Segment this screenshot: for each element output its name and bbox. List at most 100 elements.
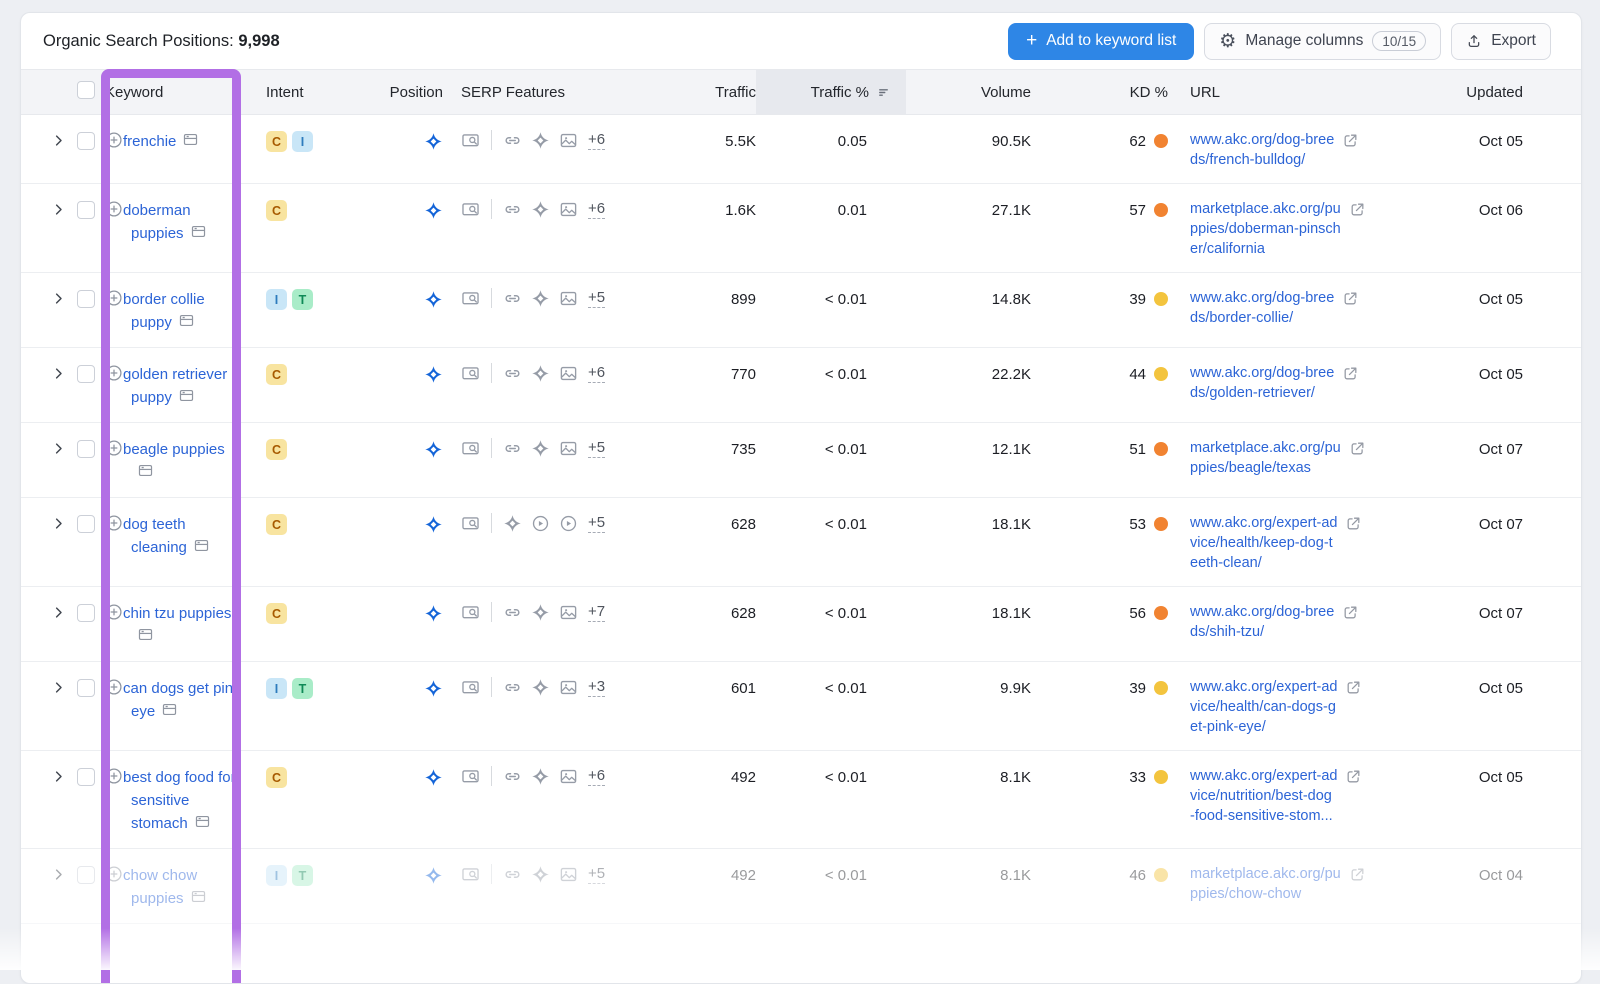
serp-preview-icon[interactable] — [182, 131, 199, 148]
row-checkbox[interactable] — [77, 365, 95, 383]
keyword-link[interactable]: can dogs get pink eye — [123, 680, 241, 720]
url-link[interactable]: marketplace.akc.org/puppies/beagle/texas — [1190, 438, 1341, 478]
external-link-icon[interactable] — [1349, 866, 1366, 883]
expand-row-chevron-icon[interactable] — [51, 605, 66, 620]
manage-columns-button[interactable]: ⚙ Manage columns 10/15 — [1204, 23, 1441, 60]
serp-feature-play-icon[interactable] — [559, 514, 578, 533]
serp-preview-icon[interactable] — [190, 888, 207, 905]
serp-checker-icon[interactable] — [461, 131, 480, 150]
add-keyword-icon[interactable] — [105, 200, 123, 218]
serp-feature-play-icon[interactable] — [531, 514, 550, 533]
url-link[interactable]: www.akc.org/dog-breeds/french-bulldog/ — [1190, 130, 1334, 170]
serp-feature-link-icon[interactable] — [503, 767, 522, 786]
keyword-link[interactable]: frenchie — [123, 133, 176, 150]
url-link[interactable]: www.akc.org/dog-breeds/border-collie/ — [1190, 288, 1334, 328]
external-link-icon[interactable] — [1342, 604, 1359, 621]
expand-row-chevron-icon[interactable] — [51, 291, 66, 306]
serp-checker-icon[interactable] — [461, 865, 480, 884]
row-checkbox[interactable] — [77, 768, 95, 786]
serp-preview-icon[interactable] — [194, 813, 211, 830]
serp-more-features-link[interactable]: +6 — [588, 199, 605, 219]
serp-feature-image-icon[interactable] — [559, 603, 578, 622]
serp-feature-link-icon[interactable] — [503, 603, 522, 622]
serp-feature-image-icon[interactable] — [559, 678, 578, 697]
add-keyword-icon[interactable] — [105, 131, 123, 149]
select-all-checkbox[interactable] — [77, 81, 95, 99]
keyword-link[interactable]: doberman puppies — [123, 202, 191, 242]
serp-feature-link-icon[interactable] — [503, 289, 522, 308]
add-keyword-icon[interactable] — [105, 603, 123, 621]
keyword-link[interactable]: golden retriever puppy — [123, 366, 227, 406]
url-link[interactable]: www.akc.org/dog-breeds/golden-retriever/ — [1190, 363, 1334, 403]
serp-preview-icon[interactable] — [178, 387, 195, 404]
serp-feature-link-icon[interactable] — [503, 678, 522, 697]
expand-row-chevron-icon[interactable] — [51, 441, 66, 456]
keyword-link[interactable]: chin tzu puppies — [123, 605, 231, 622]
serp-preview-icon[interactable] — [178, 312, 195, 329]
serp-more-features-link[interactable]: +5 — [588, 438, 605, 458]
serp-feature-image-icon[interactable] — [559, 131, 578, 150]
serp-more-features-link[interactable]: +5 — [588, 864, 605, 884]
serp-more-features-link[interactable]: +5 — [588, 288, 605, 308]
add-to-keyword-list-button[interactable]: + Add to keyword list — [1008, 23, 1194, 60]
add-keyword-icon[interactable] — [105, 865, 123, 883]
external-link-icon[interactable] — [1349, 440, 1366, 457]
serp-more-features-link[interactable]: +7 — [588, 602, 605, 622]
serp-feature-image-icon[interactable] — [559, 865, 578, 884]
row-checkbox[interactable] — [77, 201, 95, 219]
serp-feature-image-icon[interactable] — [559, 767, 578, 786]
serp-feature-link-icon[interactable] — [503, 200, 522, 219]
external-link-icon[interactable] — [1345, 768, 1362, 785]
url-link[interactable]: marketplace.akc.org/puppies/chow-chow — [1190, 864, 1341, 904]
url-link[interactable]: www.akc.org/expert-advice/nutrition/best… — [1190, 766, 1337, 826]
row-checkbox[interactable] — [77, 440, 95, 458]
serp-feature-link-icon[interactable] — [503, 439, 522, 458]
serp-checker-icon[interactable] — [461, 289, 480, 308]
keyword-link[interactable]: beagle puppies — [123, 441, 225, 458]
serp-feature-diamond-icon[interactable] — [531, 439, 550, 458]
column-header-serp-features[interactable]: SERP Features — [443, 84, 621, 101]
add-keyword-icon[interactable] — [105, 364, 123, 382]
column-header-traffic[interactable]: Traffic — [621, 84, 756, 101]
external-link-icon[interactable] — [1349, 201, 1366, 218]
serp-feature-diamond-icon[interactable] — [531, 289, 550, 308]
serp-feature-image-icon[interactable] — [559, 439, 578, 458]
column-header-kd[interactable]: KD % — [1031, 84, 1176, 101]
serp-feature-diamond-icon[interactable] — [531, 131, 550, 150]
serp-checker-icon[interactable] — [461, 514, 480, 533]
expand-row-chevron-icon[interactable] — [51, 516, 66, 531]
column-header-updated[interactable]: Updated — [1406, 84, 1581, 101]
add-keyword-icon[interactable] — [105, 678, 123, 696]
keyword-link[interactable]: chow chow puppies — [123, 867, 197, 907]
serp-checker-icon[interactable] — [461, 767, 480, 786]
row-checkbox[interactable] — [77, 604, 95, 622]
serp-feature-image-icon[interactable] — [559, 364, 578, 383]
expand-row-chevron-icon[interactable] — [51, 680, 66, 695]
external-link-icon[interactable] — [1342, 365, 1359, 382]
expand-row-chevron-icon[interactable] — [51, 133, 66, 148]
column-header-keyword[interactable]: Keyword — [105, 84, 241, 101]
serp-feature-diamond-icon[interactable] — [531, 678, 550, 697]
column-header-position[interactable]: Position — [329, 84, 443, 101]
expand-row-chevron-icon[interactable] — [51, 202, 66, 217]
serp-preview-icon[interactable] — [161, 701, 178, 718]
url-link[interactable]: www.akc.org/expert-advice/health/keep-do… — [1190, 513, 1337, 573]
row-checkbox[interactable] — [77, 679, 95, 697]
serp-more-features-link[interactable]: +6 — [588, 766, 605, 786]
serp-more-features-link[interactable]: +6 — [588, 363, 605, 383]
serp-feature-link-icon[interactable] — [503, 865, 522, 884]
serp-preview-icon[interactable] — [137, 626, 154, 643]
external-link-icon[interactable] — [1342, 290, 1359, 307]
serp-feature-diamond-icon[interactable] — [531, 865, 550, 884]
serp-feature-link-icon[interactable] — [503, 131, 522, 150]
external-link-icon[interactable] — [1342, 132, 1359, 149]
expand-row-chevron-icon[interactable] — [51, 769, 66, 784]
serp-feature-image-icon[interactable] — [559, 289, 578, 308]
column-header-traffic-pct[interactable]: Traffic % — [756, 70, 906, 114]
serp-checker-icon[interactable] — [461, 200, 480, 219]
serp-feature-diamond-icon[interactable] — [503, 514, 522, 533]
add-keyword-icon[interactable] — [105, 289, 123, 307]
column-header-intent[interactable]: Intent — [241, 84, 329, 101]
column-header-volume[interactable]: Volume — [906, 84, 1031, 101]
serp-feature-diamond-icon[interactable] — [531, 767, 550, 786]
